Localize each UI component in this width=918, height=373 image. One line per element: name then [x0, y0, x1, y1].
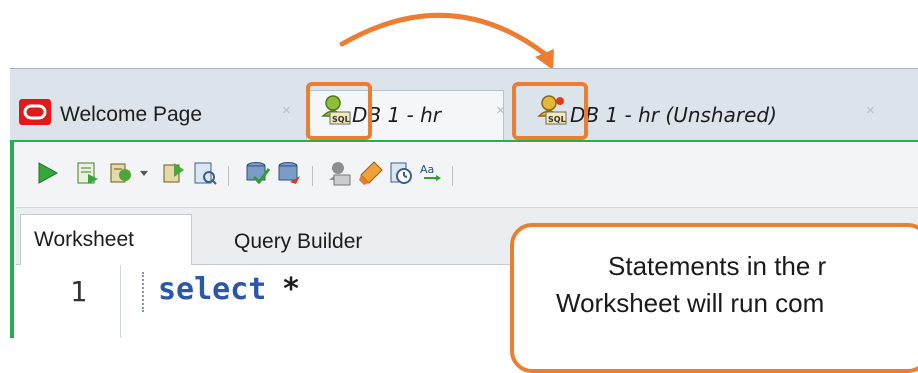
- autotrace-icon[interactable]: [108, 160, 134, 186]
- line-number-gutter: [16, 265, 121, 338]
- callout-text-line-2: Worksheet will run com: [556, 288, 825, 318]
- run-statement-icon[interactable]: [34, 160, 60, 186]
- worksheet-toolbar: [16, 143, 918, 208]
- tab-worksheet-label: Worksheet: [34, 228, 134, 251]
- callout-text-line-1: Statements in the r: [608, 251, 827, 281]
- rollback-icon[interactable]: [276, 160, 302, 186]
- close-icon[interactable]: ×: [282, 102, 291, 119]
- sql-keyword: select: [158, 272, 267, 307]
- sql-history-icon[interactable]: [388, 160, 414, 186]
- highlight-box-unshared-icon: [512, 82, 588, 140]
- to-upper-lower-icon[interactable]: Aa: [418, 160, 444, 186]
- close-icon[interactable]: ×: [496, 102, 505, 119]
- tab-db1-hr-unshared-label: DB 1 - hr (Unshared): [570, 103, 777, 127]
- tab-query-builder-label: Query Builder: [234, 230, 363, 253]
- oracle-logo-icon: [19, 99, 51, 125]
- toolbar-separator: [228, 166, 229, 186]
- run-script-icon[interactable]: [74, 160, 100, 186]
- close-icon[interactable]: ×: [866, 102, 875, 119]
- toolbar-separator: [452, 166, 453, 186]
- clear-icon[interactable]: [358, 160, 384, 186]
- unshared-sql-worksheet-icon[interactable]: [326, 160, 352, 186]
- dropdown-arrow-icon[interactable]: [138, 160, 150, 186]
- svg-text:Aa: Aa: [420, 163, 434, 176]
- explain-plan-icon[interactable]: [160, 160, 186, 186]
- sql-asterisk: *: [282, 272, 301, 307]
- highlight-box-shared-icon: [306, 82, 372, 140]
- sql-tuning-advisor-icon[interactable]: [192, 160, 218, 186]
- sqldeveloper-screenshot: Welcome Page × SQL DB 1 - hr × SQL DB 1 …: [0, 0, 918, 373]
- toolbar-separator: [312, 166, 313, 186]
- tab-welcome-page-label: Welcome Page: [60, 103, 203, 126]
- commit-icon[interactable]: [244, 160, 270, 186]
- line-number: 1: [70, 275, 87, 308]
